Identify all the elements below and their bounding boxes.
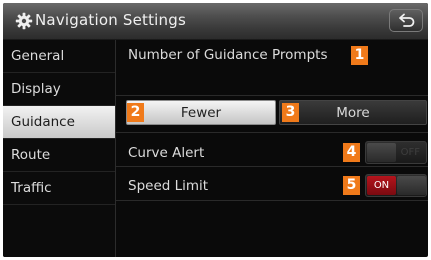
sidebar-item-route[interactable]: Route	[3, 139, 115, 172]
speed-limit-label: Speed Limit	[128, 178, 209, 194]
toggle-knob	[367, 143, 396, 162]
callout-badge-3: 3	[282, 103, 299, 122]
page-title: Navigation Settings	[35, 11, 186, 29]
back-arrow-icon	[399, 13, 415, 27]
curve-alert-label: Curve Alert	[128, 145, 205, 161]
toggle-knob	[397, 176, 426, 195]
title-bar: Navigation Settings	[3, 3, 428, 40]
guidance-settings-panel: Number of Guidance Prompts 1 Fewer 2 Mor…	[116, 40, 428, 257]
sidebar-item-traffic[interactable]: Traffic	[3, 172, 115, 205]
toggle-state-label: ON	[367, 176, 396, 195]
divider	[116, 166, 428, 167]
fewer-button[interactable]: Fewer	[126, 100, 276, 125]
gear-icon	[15, 12, 33, 30]
speed-limit-toggle[interactable]: ON	[365, 174, 427, 197]
guidance-prompts-label: Number of Guidance Prompts	[128, 47, 328, 63]
callout-badge-5: 5	[343, 176, 360, 195]
more-button[interactable]: More	[279, 100, 427, 125]
divider	[116, 200, 428, 201]
curve-alert-toggle[interactable]: OFF	[365, 141, 427, 164]
toggle-state-label: OFF	[400, 147, 420, 158]
callout-badge-4: 4	[343, 143, 360, 162]
callout-badge-2: 2	[127, 103, 144, 122]
sidebar-item-display[interactable]: Display	[3, 73, 115, 106]
divider	[116, 132, 428, 133]
sidebar-item-guidance[interactable]: Guidance	[3, 106, 115, 139]
settings-sidebar: General Display Guidance Route Traffic	[3, 40, 116, 257]
divider	[116, 95, 428, 96]
callout-badge-1: 1	[351, 46, 368, 65]
navigation-settings-screen: Navigation Settings General Display Guid…	[3, 3, 428, 257]
back-button[interactable]	[389, 9, 423, 32]
sidebar-item-general[interactable]: General	[3, 40, 115, 73]
